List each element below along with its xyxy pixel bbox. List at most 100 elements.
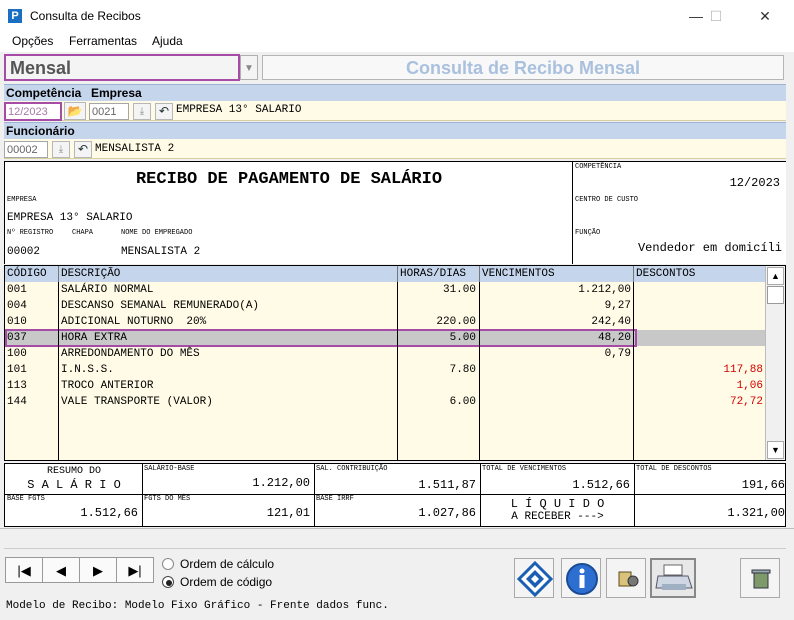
recibo-registro-value: 00002 [7,246,41,258]
table-row[interactable]: 001 SALÁRIO NORMAL 31.00 1.212,00 [5,282,766,298]
menu-ferramentas[interactable]: Ferramentas [69,34,137,48]
app-icon: P [8,9,22,23]
col-horas-header[interactable]: HORAS/DIAS [398,266,480,282]
cell-codigo: 001 [7,284,27,296]
funcionario-label: Funcionário [6,124,75,138]
maximize-button[interactable]: ☐ [702,4,730,28]
base-fgts-value: 1.512,66 [80,506,138,520]
sal-contrib-cell: SAL. CONTRIBUIÇÃO 1.511,87 [314,464,481,495]
table-row[interactable]: 037 HORA EXTRA 5.00 48,20 [5,329,766,347]
cell-horas [400,346,476,362]
undo-icon[interactable]: ↶ [74,141,92,158]
recibo-empresa-value: EMPRESA 13° SALARIO [7,212,133,224]
registro-cell: Nº REGISTRO 00002 [5,228,71,264]
selected-row-highlight [5,329,637,347]
folder-open-icon[interactable]: 📂 [64,102,86,120]
liquido-value: 1.321,00 [727,506,785,520]
recibo-funcao-value: Vendedor em domicíli [637,241,782,255]
verbas-table[interactable]: CÓDIGO DESCRIÇÃO HORAS/DIAS VENCIMENTOS … [4,265,786,461]
printer-icon[interactable] [650,558,696,598]
table-row[interactable]: 100 ARREDONDAMENTO DO MÊS 0,79 [5,346,766,362]
col-vencimentos-header[interactable]: VENCIMENTOS [480,266,634,282]
page-title: Consulta de Recibo Mensal [262,55,784,80]
salario-base-label: SALÁRIO-BASE [144,465,195,473]
recibo-type-select[interactable]: Mensal [4,54,240,81]
cell-descricao: VALE TRANSPORTE (VALOR) [61,396,213,408]
cell-codigo: 004 [7,300,27,312]
cell-descontos [636,314,763,330]
cell-descontos [636,298,763,314]
empresa-label: Empresa [91,86,142,100]
filter-header: Competência Empresa [4,84,786,101]
next-record-button[interactable]: ▶ [79,557,117,583]
table-row[interactable] [5,410,766,426]
cell-descricao: ARREDONDAMENTO DO MÊS [61,348,200,360]
menu-opcoes[interactable]: Opções [12,34,53,48]
cell-descricao: DESCANSO SEMANAL REMUNERADO(A) [61,300,260,312]
col-descontos-header[interactable]: DESCONTOS [634,266,766,282]
fgts-mes-value: 121,01 [266,506,310,520]
cell-vencimentos: 0,79 [604,348,631,360]
cell-vencimentos: 1.212,00 [578,284,631,296]
table-row[interactable] [5,426,766,442]
centro-custo-cell: CENTRO DE CUSTO [572,195,786,229]
table-row[interactable]: 010 ADICIONAL NOTURNO 20% 220.00 242,40 [5,314,766,330]
table-row[interactable]: 004 DESCANSO SEMANAL REMUNERADO(A) 9,27 [5,298,766,314]
cell-descontos: 1,06 [736,380,763,392]
total-venc-label: TOTAL DE VENCIMENTOS [482,465,567,473]
table-row[interactable]: 144 VALE TRANSPORTE (VALOR) 6.00 72,72 [5,394,766,410]
liquido-title: L Í Q U I D O [510,497,605,511]
empresa-code-input[interactable]: 0021 [89,103,129,120]
recibo-competencia-value: 12/2023 [729,176,780,190]
empregado-cell: NOME DO EMPREGADO MENSALISTA 2 [119,228,573,264]
col-codigo-header[interactable]: CÓDIGO [5,266,59,282]
recibo-type-value: Mensal [10,58,72,78]
menu-ajuda[interactable]: Ajuda [152,34,183,48]
recibo-empregado-label: NOME DO EMPREGADO [121,229,193,237]
ordem-calculo-radio[interactable] [162,558,174,570]
recibo-title: RECIBO DE PAGAMENTO DE SALÁRIO [135,170,443,189]
table-row[interactable]: 113 TROCO ANTERIOR 1,06 [5,378,766,394]
funcao-cell: FUNÇÃO Vendedor em domicíli [572,228,786,264]
recibo-empresa-label: EMPRESA [7,196,37,204]
settings-icon[interactable] [606,558,646,598]
navigator-icon[interactable] [514,558,554,598]
last-record-button[interactable]: ▶| [116,557,154,583]
title-bar: P Consulta de Recibos — ☐ ✕ [0,0,794,32]
info-icon[interactable] [561,558,601,598]
ordem-codigo-label[interactable]: Ordem de código [180,575,272,589]
ordem-codigo-radio[interactable] [162,576,174,588]
empresa-cell: EMPRESA EMPRESA 13° SALARIO [5,195,573,229]
col-descricao-header[interactable]: DESCRIÇÃO [59,266,398,282]
recibo-registro-label: Nº REGISTRO [7,229,54,237]
cell-codigo: 113 [7,380,27,392]
undo-icon[interactable]: ↶ [155,103,173,120]
ordem-calculo-label[interactable]: Ordem de cálculo [180,557,274,571]
total-desc-label: TOTAL DE DESCONTOS [636,465,712,473]
liquido-cell: 1.321,00 [634,494,786,526]
first-record-button[interactable]: |◀ [5,557,43,583]
chapa-cell: CHAPA [70,228,120,264]
funcionario-code-input[interactable]: 00002 [4,141,48,158]
funcionario-lookup-icon[interactable]: ⤓ [52,141,70,158]
resumo-title: RESUMO DO [46,466,101,477]
table-row[interactable] [5,442,766,458]
trash-icon[interactable] [740,558,780,598]
cell-horas: 7.80 [449,364,476,376]
cell-vencimentos [482,362,631,378]
chevron-down-icon[interactable]: ▼ [240,55,258,80]
scroll-up-icon[interactable]: ▲ [767,267,784,285]
scroll-thumb[interactable] [767,286,784,304]
total-desc-value: 191,66 [741,478,785,492]
table-row[interactable]: 101 I.N.S.S. 7.80 117,88 [5,362,766,378]
recibo-competencia-label: COMPETÊNCIA [575,163,622,171]
scroll-down-icon[interactable]: ▼ [767,441,784,459]
close-button[interactable]: ✕ [751,4,779,28]
vertical-scrollbar[interactable]: ▲ ▼ [765,266,785,460]
prev-record-button[interactable]: ◀ [42,557,80,583]
menu-bar: Opções Ferramentas Ajuda [0,32,794,52]
base-fgts-label: BASE FGTS [7,495,45,503]
competencia-input[interactable]: 12/2023 [4,102,62,121]
empresa-lookup-icon[interactable]: ⤓ [133,103,151,120]
cell-codigo: 101 [7,364,27,376]
